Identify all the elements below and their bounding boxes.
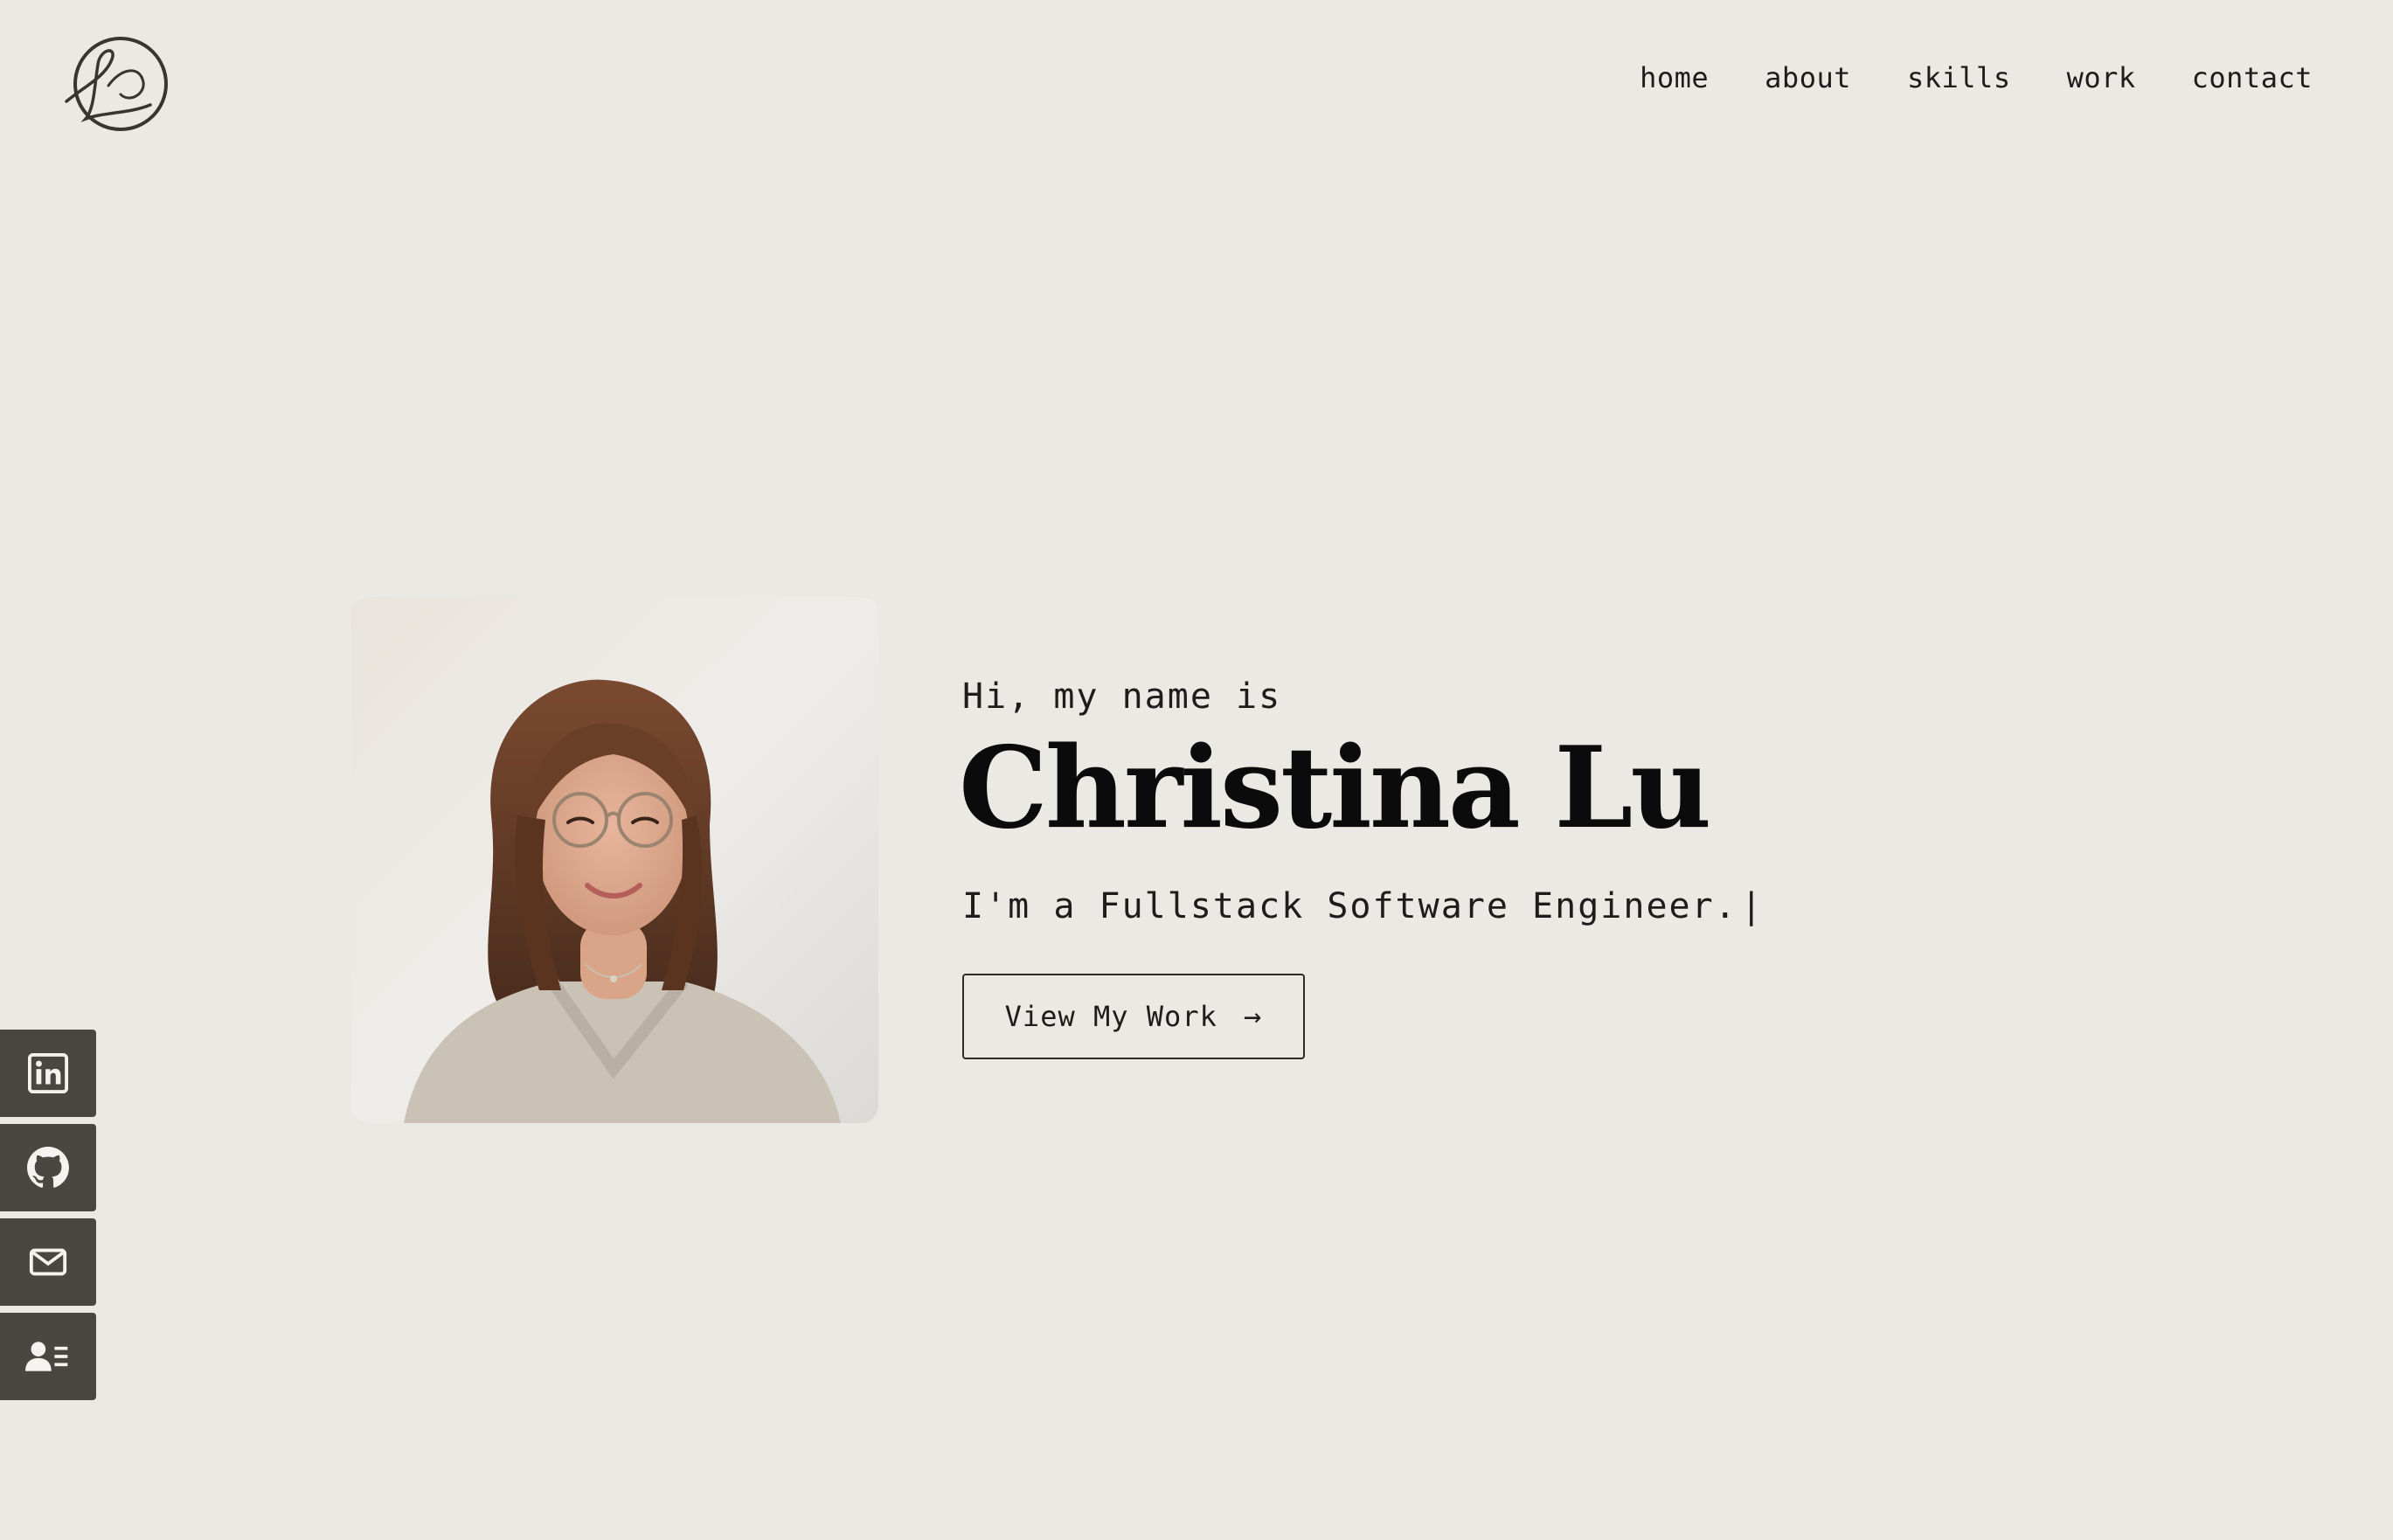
hero-name: Christina Lu: [959, 723, 1711, 854]
resume-button[interactable]: [0, 1313, 96, 1400]
arrow-right-icon: →: [1243, 999, 1263, 1034]
tagline-text: I'm a Fullstack Software Engineer.: [962, 886, 1738, 926]
resume-contact-icon: [25, 1342, 68, 1371]
nav-about-link[interactable]: about: [1765, 61, 1851, 94]
intro-text: Hi, my name is: [962, 676, 1282, 717]
social-sidebar: [0, 1030, 96, 1400]
profile-photo: [351, 597, 878, 1123]
nav-skills-link[interactable]: skills: [1907, 61, 2011, 94]
linkedin-button[interactable]: [0, 1030, 96, 1117]
monogram-logo-icon[interactable]: [59, 33, 177, 138]
typing-cursor: |: [1740, 886, 1764, 926]
view-my-work-button[interactable]: View My Work →: [962, 974, 1305, 1059]
github-icon: [27, 1147, 69, 1188]
nav-work-link[interactable]: work: [2067, 61, 2136, 94]
mail-icon: [29, 1248, 67, 1276]
nav-home-link[interactable]: home: [1640, 61, 1709, 94]
email-button[interactable]: [0, 1218, 96, 1306]
tagline: I'm a Fullstack Software Engineer. |: [962, 886, 1764, 926]
nav-contact-link[interactable]: contact: [2192, 61, 2313, 94]
github-button[interactable]: [0, 1124, 96, 1211]
view-my-work-label: View My Work: [1004, 1000, 1217, 1033]
linkedin-icon: [28, 1053, 68, 1093]
main-nav: home about skills work contact: [1640, 61, 2313, 94]
